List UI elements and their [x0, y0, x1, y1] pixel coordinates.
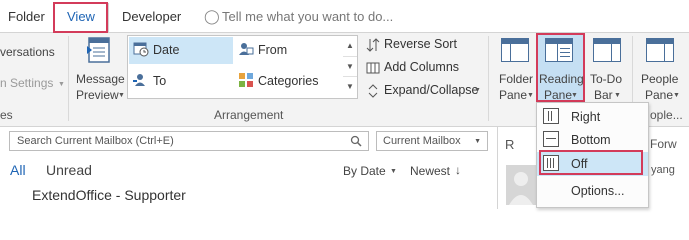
search-input[interactable]: Search Current Mailbox (Ctrl+E): [9, 131, 369, 151]
forward-button[interactable]: Forw: [650, 137, 677, 151]
reading-pane-highlight: [536, 33, 585, 102]
conversations-checkbox-label[interactable]: versations: [0, 45, 55, 59]
chevron-down-icon: ▼: [614, 92, 621, 99]
arrangement-gallery-scroll: ▲ ▼ ▼: [343, 35, 358, 99]
person-arrow-icon: [133, 74, 145, 86]
todo-bar-icon: [593, 38, 621, 62]
menu-item-options[interactable]: Options...: [537, 179, 648, 203]
arrange-by-from[interactable]: From: [234, 37, 340, 64]
lightbulb-icon: ◯: [204, 8, 220, 24]
avatar: [506, 165, 536, 205]
search-placeholder: Search Current Mailbox (Ctrl+E): [17, 135, 174, 147]
filter-unread-tab[interactable]: Unread: [46, 162, 92, 178]
sort-arrows-icon: [366, 38, 380, 52]
ribbon-separator: [68, 36, 69, 121]
reverse-sort-label: Reverse Sort: [384, 37, 457, 51]
menu-item-bottom[interactable]: Bottom: [537, 128, 648, 152]
reading-pane-right-icon: [543, 108, 559, 124]
gallery-scroll-down-button[interactable]: ▼: [343, 57, 357, 77]
arrangement-gallery: Date From To Categories: [127, 35, 345, 99]
chevron-down-icon: ▼: [673, 92, 680, 99]
reply-button[interactable]: R: [505, 137, 514, 152]
message-preview-icon: [86, 37, 112, 65]
message-preview-label-2: Preview: [76, 88, 119, 102]
message-preview-label-1: Message: [76, 72, 125, 86]
menu-item-bottom-label: Bottom: [571, 133, 611, 147]
search-scope-dropdown[interactable]: Current Mailbox ▼: [376, 131, 488, 151]
people-pane-label-1: People: [641, 72, 679, 86]
ribbon-separator: [488, 36, 489, 121]
sort-by-dropdown[interactable]: By Date: [343, 164, 386, 178]
tab-folder[interactable]: Folder: [8, 9, 45, 24]
folder-pane-icon: [501, 38, 529, 62]
menu-item-options-label: Options...: [571, 184, 625, 198]
todo-bar-label-1: To-Do: [590, 72, 623, 86]
sender-name-partial: yang: [651, 164, 675, 176]
conversation-settings-button[interactable]: n Settings: [0, 76, 53, 90]
categories-icon: [239, 73, 253, 87]
person-contact-icon: [239, 43, 254, 55]
arrangement-group-label: Arrangement: [214, 108, 284, 122]
arrange-date-label: Date: [153, 43, 180, 57]
arrange-to-label: To: [153, 74, 167, 88]
add-columns-icon: [366, 62, 380, 74]
reading-pane-bottom-icon: [543, 131, 559, 147]
message-sender[interactable]: ExtendOffice - Supporter: [32, 187, 186, 203]
people-pane-icon: [646, 38, 674, 62]
folder-pane-label-2: Pane: [499, 88, 528, 102]
arrange-categories-label: Categories: [258, 74, 319, 88]
tell-me-search[interactable]: Tell me what you want to do...: [222, 9, 393, 24]
menu-item-right[interactable]: Right: [537, 105, 648, 129]
tab-view-highlight: [53, 2, 108, 33]
chevron-down-icon: ▼: [118, 92, 125, 99]
chevron-down-icon: ▼: [390, 168, 397, 175]
tab-developer[interactable]: Developer: [122, 9, 181, 24]
menu-item-right-label: Right: [571, 110, 601, 124]
expand-collapse-icon: [368, 84, 378, 98]
arrange-by-date[interactable]: Date: [129, 37, 233, 64]
arrange-by-categories[interactable]: Categories: [234, 68, 340, 95]
pane-divider: [497, 127, 498, 209]
conversations-group-label: es: [0, 108, 13, 122]
filter-all-tab[interactable]: All: [10, 162, 26, 178]
chevron-down-icon: ▼: [474, 138, 481, 145]
sort-order-arrow-icon: ↓: [455, 163, 461, 177]
sort-order-toggle[interactable]: Newest: [410, 164, 450, 178]
chevron-down-icon: ▼: [58, 81, 65, 88]
arrange-from-label: From: [258, 43, 288, 57]
chevron-down-icon: ▼: [527, 92, 534, 99]
search-icon: [350, 135, 362, 147]
folder-pane-label-1: Folder: [499, 72, 534, 86]
people-pane-label-2: Pane: [645, 88, 674, 102]
calendar-clock-icon: [133, 42, 149, 57]
add-columns-label: Add Columns: [384, 60, 460, 74]
menu-item-off-highlight: [539, 150, 643, 175]
chevron-down-icon: ▼: [474, 87, 481, 94]
gallery-more-button[interactable]: ▼: [343, 77, 357, 97]
people-pane-group-label: ople...: [650, 108, 683, 122]
arrange-by-to[interactable]: To: [129, 68, 233, 95]
gallery-scroll-up-button[interactable]: ▲: [343, 36, 357, 57]
ribbon-tab-bar: Folder View Developer ◯ Tell me what you…: [0, 0, 689, 33]
expand-collapse-label: Expand/Collapse: [384, 83, 479, 97]
todo-bar-label-2: Bar: [594, 88, 613, 102]
search-scope-value: Current Mailbox: [383, 135, 461, 147]
